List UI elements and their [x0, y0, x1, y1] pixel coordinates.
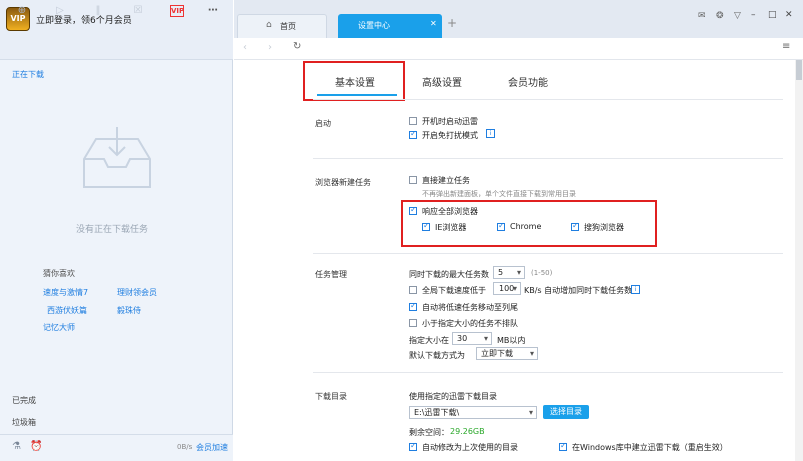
dir-use-label: 使用指定的迅雷下载目录 — [409, 392, 497, 401]
new-task-icon[interactable]: ⊕ — [14, 3, 30, 19]
recommend-link[interactable]: 速度与激情7 — [43, 287, 88, 298]
size-suffix: MB以内 — [497, 336, 526, 345]
lowspeed-label: 自动将低速任务移动至列尾 — [422, 303, 518, 312]
speed-readout: 0B/s — [177, 443, 193, 451]
member-boost-link[interactable]: 会员加速 — [196, 442, 228, 453]
close-icon[interactable]: ✕ — [785, 10, 793, 20]
ie-label: IE浏览器 — [435, 223, 467, 232]
startup-title: 启动 — [315, 119, 331, 128]
direct-task-hint: 不再弹出新建面板，单个文件直接下载到常用目录 — [422, 190, 576, 198]
size-label: 指定大小在 — [409, 336, 449, 345]
menu-dropdown-icon[interactable]: ▽ — [734, 11, 741, 21]
windows-lib-label: 在Windows库中建立迅雷下载（重启生效） — [572, 443, 728, 452]
small-task-checkbox[interactable] — [409, 319, 417, 327]
forward-icon[interactable]: › — [268, 42, 272, 53]
tab-settings-label: 设置中心 — [358, 21, 390, 30]
chrome-checkbox[interactable] — [497, 221, 505, 231]
tab-advanced-settings[interactable]: 高级设置 — [422, 74, 462, 89]
nodisturb-label: 开启免打扰模式 — [422, 131, 478, 140]
speed-input[interactable]: 100 — [493, 282, 521, 295]
small-task-label: 小于指定大小的任务不排队 — [422, 319, 518, 328]
recommend-link[interactable]: 西游伏妖篇 — [47, 305, 87, 316]
max-tasks-range: (1-50) — [531, 269, 553, 277]
mode-label: 默认下载方式为 — [409, 351, 465, 360]
max-tasks-label: 同时下载的最大任务数 — [409, 270, 489, 279]
nav-downloading[interactable]: 正在下载 — [12, 69, 44, 80]
address-bar[interactable] — [310, 41, 765, 57]
divider — [313, 253, 783, 254]
new-tab-button[interactable]: + — [447, 16, 457, 30]
direct-task-checkbox[interactable] — [409, 176, 417, 184]
all-browsers-checkbox[interactable] — [409, 205, 417, 215]
tab-home-label: 首页 — [280, 22, 296, 31]
vip-icon[interactable]: VIP — [170, 5, 184, 17]
free-space-label: 剩余空间： — [409, 428, 449, 437]
close-tab-icon[interactable]: ✕ — [430, 19, 437, 28]
minimize-icon[interactable]: – — [751, 10, 756, 20]
pause-icon[interactable]: ‖ — [90, 3, 106, 19]
windows-lib-checkbox[interactable] — [559, 441, 567, 451]
ie-checkbox[interactable] — [422, 221, 430, 231]
home-icon: ⌂ — [266, 20, 272, 30]
info-icon[interactable]: i — [631, 285, 640, 294]
app-window: VIP 立即登录，领6个月会员 ⊕ ▷ ‖ ☒ VIP ⋯ 正在下载 没有正在下… — [0, 0, 803, 461]
back-icon[interactable]: ‹ — [243, 42, 247, 53]
max-tasks-select[interactable]: 5 — [493, 266, 525, 279]
lowspeed-checkbox[interactable] — [409, 301, 417, 311]
tab-settings[interactable]: 设置中心 ✕ — [338, 14, 442, 38]
dir-path-select[interactable]: E:\迅雷下载\ — [409, 406, 537, 419]
divider — [313, 99, 783, 100]
global-speed-label: 全局下载速度低于 — [422, 286, 486, 295]
start-icon[interactable]: ▷ — [52, 3, 68, 19]
all-browsers-label: 响应全部浏览器 — [422, 207, 478, 216]
empty-message: 没有正在下载任务 — [76, 225, 149, 235]
login-link[interactable]: 立即登录，领6个月会员 — [36, 13, 132, 26]
autostart-checkbox[interactable] — [409, 117, 417, 125]
delete-icon[interactable]: ☒ — [130, 3, 146, 19]
alarm-icon[interactable]: ⏰ — [30, 441, 42, 452]
auto-last-dir-label: 自动修改为上次使用的目录 — [422, 443, 518, 452]
nav-completed[interactable]: 已完成 — [12, 395, 36, 406]
sogou-label: 搜狗浏览器 — [584, 223, 624, 232]
choose-dir-button[interactable]: 选择目录 — [543, 405, 589, 419]
recommend-link[interactable]: 理财领会员 — [117, 287, 157, 298]
recommend-link[interactable]: 记忆大师 — [43, 322, 75, 333]
flask-icon[interactable]: ⚗ — [12, 441, 21, 452]
refresh-icon[interactable]: ↻ — [293, 41, 301, 52]
empty-tray-icon — [83, 127, 151, 188]
mail-icon[interactable]: ✉ — [698, 11, 706, 21]
auto-last-dir-checkbox[interactable] — [409, 441, 417, 451]
tab-home[interactable]: ⌂ 首页 — [237, 14, 327, 38]
chrome-label: Chrome — [510, 222, 542, 231]
divider — [313, 372, 783, 373]
tab-basic-settings[interactable]: 基本设置 — [335, 74, 375, 89]
size-select[interactable]: 30 — [452, 332, 492, 345]
speed-suffix: KB/s 自动增加同时下载任务数 — [524, 286, 633, 295]
tab-member-features[interactable]: 会员功能 — [508, 74, 548, 89]
mode-select[interactable]: 立即下载 — [476, 347, 538, 360]
guess-title: 猜你喜欢 — [43, 269, 75, 278]
direct-task-label: 直接建立任务 — [422, 176, 470, 185]
task-toolbar — [0, 38, 233, 60]
dir-title: 下载目录 — [315, 392, 347, 401]
nodisturb-checkbox[interactable] — [409, 129, 417, 139]
skin-icon[interactable]: ❂ — [716, 11, 724, 21]
more-icon[interactable]: ⋯ — [205, 3, 221, 19]
active-tab-indicator — [317, 94, 397, 96]
hamburger-icon[interactable]: ≡ — [782, 41, 790, 52]
nav-trash[interactable]: 垃圾箱 — [12, 417, 36, 428]
info-icon[interactable]: i — [486, 129, 495, 138]
sogou-checkbox[interactable] — [571, 221, 579, 231]
global-speed-checkbox[interactable] — [409, 286, 417, 294]
recommend-link[interactable]: 毅珠侍 — [117, 305, 141, 316]
maximize-icon[interactable]: □ — [768, 10, 777, 20]
autostart-label: 开机时启动迅雷 — [422, 117, 478, 126]
divider — [313, 158, 783, 159]
scrollbar-thumb[interactable] — [796, 60, 802, 80]
task-title: 任务管理 — [315, 270, 347, 279]
scrollbar[interactable] — [795, 60, 803, 461]
browser-title: 浏览器新建任务 — [315, 178, 371, 187]
free-space-value: 29.26GB — [450, 427, 485, 436]
